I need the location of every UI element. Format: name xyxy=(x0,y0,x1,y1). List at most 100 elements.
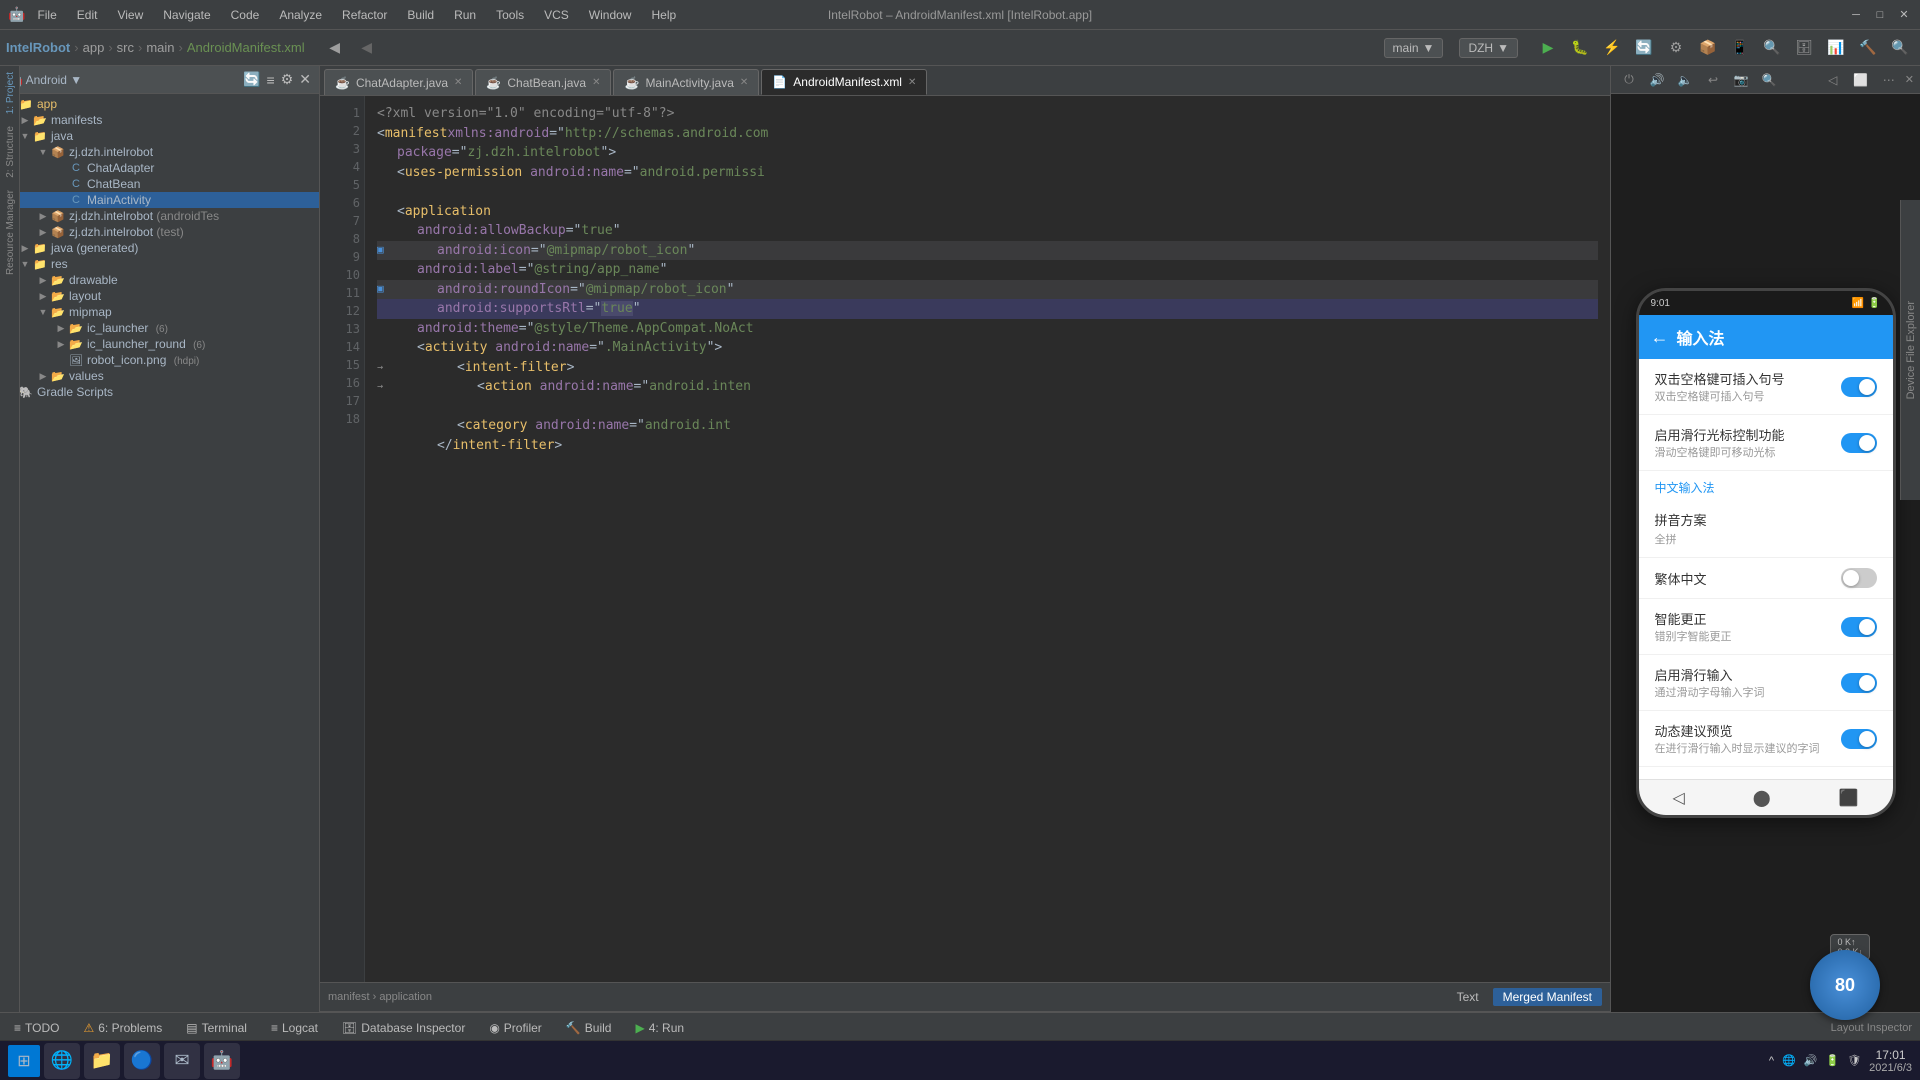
breadcrumb-file[interactable]: AndroidManifest.xml xyxy=(187,40,305,55)
toggle-2[interactable] xyxy=(1841,433,1877,453)
taskbar-mail[interactable]: ✉ xyxy=(164,1043,200,1079)
tree-item-drawable[interactable]: ▶ 📂 drawable xyxy=(0,272,319,288)
database-button[interactable]: 🗄 xyxy=(1790,34,1818,62)
tab-close-chatbean[interactable]: ✕ xyxy=(592,77,600,88)
phone-nav-recents[interactable]: ⬛ xyxy=(1839,788,1859,808)
layout-inspector-btn[interactable]: 🔍 xyxy=(1758,34,1786,62)
phone-setting-pinyin[interactable]: 拼音方案 全拼 xyxy=(1639,500,1893,558)
toggle-smart[interactable] xyxy=(1841,617,1877,637)
tab-chatadapter[interactable]: ☕ ChatAdapter.java ✕ xyxy=(324,69,473,95)
project-panel-label[interactable]: 1: Project xyxy=(0,66,19,120)
menu-build[interactable]: Build xyxy=(403,6,438,24)
emulator-power-icon[interactable]: ⏻ xyxy=(1617,68,1641,92)
sync-icon[interactable]: 🔄 xyxy=(243,71,260,88)
menu-window[interactable]: Window xyxy=(585,6,636,24)
merged-manifest-tab[interactable]: Merged Manifest xyxy=(1493,988,1602,1006)
tree-item-mainactivity[interactable]: ▶ C MainActivity xyxy=(0,192,319,208)
systray-battery[interactable]: 🔋 xyxy=(1826,1054,1840,1067)
tree-item-robot-icon[interactable]: ▶ 🖼 robot_icon.png (hdpi) xyxy=(0,352,319,368)
systray-volume[interactable]: 🔊 xyxy=(1804,1054,1818,1067)
systray-network[interactable]: 🌐 xyxy=(1782,1054,1796,1067)
phone-back-icon[interactable]: ← xyxy=(1651,327,1669,348)
toggle-traditional[interactable] xyxy=(1841,568,1877,588)
build-button[interactable]: 🔨 xyxy=(1854,34,1882,62)
breadcrumb-project[interactable]: IntelRobot xyxy=(6,40,70,55)
sdk-manager-button[interactable]: 📦 xyxy=(1694,34,1722,62)
build-bottom-button[interactable]: 🔨 Build xyxy=(560,1019,618,1037)
breadcrumb-src[interactable]: src xyxy=(117,40,134,55)
settings-button[interactable]: ⚙ xyxy=(1662,34,1690,62)
resource-manager-label[interactable]: Resource Manager xyxy=(0,184,19,281)
problems-button[interactable]: ⚠ 6: Problems xyxy=(77,1019,168,1037)
menu-navigate[interactable]: Navigate xyxy=(159,6,214,24)
tree-item-chatadapter[interactable]: ▶ C ChatAdapter xyxy=(0,160,319,176)
systray-arrow[interactable]: ^ xyxy=(1769,1055,1774,1067)
tab-androidmanifest[interactable]: 📄 AndroidManifest.xml ✕ xyxy=(761,69,927,95)
taskbar-explorer[interactable]: 📁 xyxy=(84,1043,120,1079)
breadcrumb-app[interactable]: app xyxy=(83,40,105,55)
menu-analyze[interactable]: Analyze xyxy=(275,6,326,24)
menu-vcs[interactable]: VCS xyxy=(540,6,573,24)
device-file-explorer-label[interactable]: Device File Explorer xyxy=(1903,297,1919,403)
device-dropdown[interactable]: DZH ▼ xyxy=(1459,38,1518,58)
maximize-button[interactable]: □ xyxy=(1872,7,1888,23)
tree-item-manifests[interactable]: ▶ 📂 manifests xyxy=(0,112,319,128)
tree-item-ic-launcher[interactable]: ▶ 📂 ic_launcher (6) xyxy=(0,320,319,336)
menu-view[interactable]: View xyxy=(113,6,147,24)
avd-manager-button[interactable]: 📱 xyxy=(1726,34,1754,62)
run-button[interactable]: ▶ xyxy=(1534,34,1562,62)
taskbar-intellij[interactable]: 🤖 xyxy=(204,1043,240,1079)
terminal-button[interactable]: ▤ Terminal xyxy=(180,1019,253,1037)
database-inspector-button[interactable]: 🗄 Database Inspector xyxy=(336,1019,471,1037)
settings-icon[interactable]: ⚙ xyxy=(281,71,294,88)
tree-item-java[interactable]: ▼ 📁 java xyxy=(0,128,319,144)
tab-mainactivity[interactable]: ☕ MainActivity.java ✕ xyxy=(613,69,759,95)
collapse-icon[interactable]: ≡ xyxy=(267,72,275,88)
phone-nav-back[interactable]: ◁ xyxy=(1672,788,1684,808)
todo-button[interactable]: ≡ TODO xyxy=(8,1019,65,1037)
emulator-screenshot-icon[interactable]: 📷 xyxy=(1729,68,1753,92)
emulator-close-btn[interactable]: ✕ xyxy=(1905,73,1914,86)
code-container[interactable]: 12345 678910 1112131415 161718 <?xml ver… xyxy=(320,96,1610,982)
menu-help[interactable]: Help xyxy=(647,6,680,24)
run-config-dropdown[interactable]: main ▼ xyxy=(1384,38,1444,58)
menu-file[interactable]: File xyxy=(33,6,60,24)
profiler-button[interactable]: 📊 xyxy=(1822,34,1850,62)
menu-tools[interactable]: Tools xyxy=(492,6,528,24)
tree-item-package-test[interactable]: ▶ 📦 zj.dzh.intelrobot (test) xyxy=(0,224,319,240)
emulator-vol-up-icon[interactable]: 🔊 xyxy=(1645,68,1669,92)
tab-close-manifest[interactable]: ✕ xyxy=(908,77,916,88)
emulator-rotate-icon[interactable]: ↩ xyxy=(1701,68,1725,92)
phone-nav-home[interactable]: ⬤ xyxy=(1753,788,1771,808)
sync-button[interactable]: 🔄 xyxy=(1630,34,1658,62)
toggle-1[interactable] xyxy=(1841,377,1877,397)
tab-chatbean[interactable]: ☕ ChatBean.java ✕ xyxy=(475,69,611,95)
text-tab[interactable]: Text xyxy=(1447,988,1489,1006)
tree-item-values[interactable]: ▶ 📂 values xyxy=(0,368,319,384)
search-everywhere-button[interactable]: 🔍 xyxy=(1886,34,1914,62)
layout-inspector-bottom-label[interactable]: Layout Inspector xyxy=(1831,1022,1912,1034)
profile-button[interactable]: ⚡ xyxy=(1598,34,1626,62)
taskbar-chrome[interactable]: 🔵 xyxy=(124,1043,160,1079)
tree-item-package-androidtest[interactable]: ▶ 📦 zj.dzh.intelrobot (androidTes xyxy=(0,208,319,224)
tree-item-layout[interactable]: ▶ 📂 layout xyxy=(0,288,319,304)
menu-edit[interactable]: Edit xyxy=(73,6,102,24)
emulator-square-icon[interactable]: ⬜ xyxy=(1849,68,1873,92)
emulator-zoom-icon[interactable]: 🔍 xyxy=(1757,68,1781,92)
emulator-back-icon[interactable]: ◁ xyxy=(1821,68,1845,92)
close-panel-icon[interactable]: ✕ xyxy=(299,71,311,88)
logcat-button[interactable]: ≡ Logcat xyxy=(265,1019,324,1037)
tree-item-package-main[interactable]: ▼ 📦 zj.dzh.intelrobot xyxy=(0,144,319,160)
structure-panel-label[interactable]: 2: Structure xyxy=(0,120,19,184)
systray-shield[interactable]: 🛡 xyxy=(1847,1054,1861,1067)
tree-item-java-gen[interactable]: ▶ 📁 java (generated) xyxy=(0,240,319,256)
tree-item-res[interactable]: ▼ 📁 res xyxy=(0,256,319,272)
menu-refactor[interactable]: Refactor xyxy=(338,6,391,24)
tree-item-gradle[interactable]: ▶ 🐘 Gradle Scripts xyxy=(0,384,319,400)
emulator-vol-down-icon[interactable]: 🔈 xyxy=(1673,68,1697,92)
forward-nav-button[interactable]: ◀ xyxy=(353,34,381,62)
menu-code[interactable]: Code xyxy=(227,6,264,24)
breadcrumb-main[interactable]: main xyxy=(146,40,174,55)
tree-item-chatbean[interactable]: ▶ C ChatBean xyxy=(0,176,319,192)
tree-item-mipmap[interactable]: ▼ 📂 mipmap xyxy=(0,304,319,320)
